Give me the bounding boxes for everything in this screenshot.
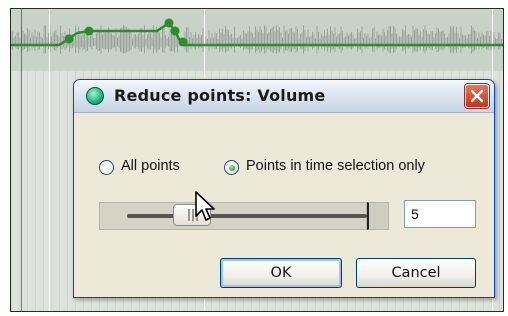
thumb-grip — [192, 209, 194, 221]
radio-button[interactable] — [99, 160, 114, 175]
value-input[interactable]: 5 — [404, 200, 476, 228]
envelope-point[interactable] — [164, 18, 174, 28]
envelope-point[interactable] — [84, 26, 94, 36]
daw-arrange-view[interactable]: Reduce points: Volume All points Points … — [10, 8, 504, 312]
mouse-pointer-icon — [195, 191, 215, 221]
screenshot: Reduce points: Volume All points Points … — [0, 0, 508, 316]
slider-end-cap — [367, 202, 389, 230]
cancel-button[interactable]: Cancel — [356, 258, 476, 288]
ok-button[interactable]: OK — [220, 258, 342, 288]
dialog-title: Reduce points: Volume — [114, 86, 326, 105]
radio-label: Points in time selection only — [246, 158, 425, 174]
dialog-title-bar[interactable]: Reduce points: Volume — [74, 80, 494, 113]
radio-selected-dot — [228, 164, 235, 171]
radio-all-points[interactable]: All points — [99, 158, 219, 178]
envelope-line — [11, 21, 503, 47]
reduction-slider[interactable] — [99, 202, 367, 230]
radio-label: All points — [121, 158, 180, 174]
reaper-app-icon — [86, 87, 104, 105]
slider-track — [127, 214, 367, 218]
volume-envelope[interactable] — [11, 9, 503, 71]
reduce-points-dialog: Reduce points: Volume All points Points … — [73, 79, 495, 298]
envelope-point[interactable] — [170, 26, 180, 36]
thumb-grip — [188, 209, 190, 221]
radio-time-selection-only[interactable]: Points in time selection only — [224, 158, 484, 178]
close-x-icon — [470, 89, 484, 103]
envelope-point[interactable] — [178, 37, 188, 47]
radio-button-selected[interactable] — [224, 160, 239, 175]
close-button[interactable] — [465, 84, 489, 108]
envelope-point[interactable] — [64, 34, 74, 44]
